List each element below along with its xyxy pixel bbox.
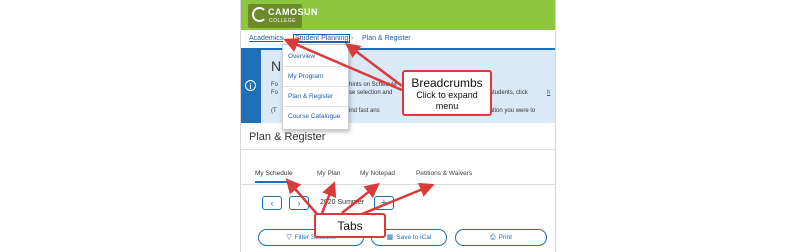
previous-term-button[interactable]: ‹ [262,196,282,210]
callout-subtitle: Click to expand menu [416,90,478,111]
menu-item-course-catalogue[interactable]: Course Catalogue [288,113,340,120]
add-term-button[interactable]: + [374,196,394,210]
breadcrumb-plan-register[interactable]: Plan & Register [362,35,411,42]
tabs-callout: Tabs [314,213,386,238]
save-to-ical-label: Save to iCal [396,234,432,241]
divider [283,106,348,107]
notice-sidebar: i [241,50,261,123]
top-bar: CAMOSUN COLLEGE [241,0,555,30]
notice-text: se selection and [349,90,393,96]
menu-item-overview[interactable]: Overview [288,53,315,60]
logo-name: CAMOSUN [268,7,318,17]
tab-petitions-waivers[interactable]: Petitions & Waivers [416,170,472,177]
divider [241,149,555,150]
notice-text: hints on Schedule [349,82,397,88]
divider [283,86,348,87]
notice-title: N [271,58,282,74]
breadcrumbs-callout: Breadcrumbs Click to expand menu [402,70,492,116]
callout-title: Tabs [337,219,363,233]
notice-link[interactable]: h [547,90,550,96]
printer-icon: ⎙ [490,234,496,241]
page-title: Plan & Register [249,131,326,143]
filter-icon: ▽ [286,234,292,241]
breadcrumb-academics[interactable]: Academics [249,35,283,42]
divider [283,66,348,67]
breadcrumb-student-planning[interactable]: Student Planning [292,34,351,43]
breadcrumb-separator: › [282,35,285,42]
breadcrumb-dropdown-menu: Overview My Program Plan & Register Cour… [282,44,349,130]
logo-mark-icon [252,7,267,22]
next-term-button[interactable]: › [289,196,309,210]
print-label: Print [498,234,512,241]
notice-text: Fo [271,90,279,96]
callout-title: Breadcrumbs [411,76,483,90]
tab-my-schedule[interactable]: My Schedule [255,170,293,183]
divider [241,184,555,185]
menu-item-my-program[interactable]: My Program [288,73,323,80]
tab-my-notepad[interactable]: My Notepad [360,170,395,177]
tab-my-plan[interactable]: My Plan [317,170,340,177]
camosun-logo[interactable]: CAMOSUN COLLEGE [248,4,318,28]
notice-text: Fo [271,82,279,88]
notice-text: (T [271,108,277,114]
term-label: 2020 Summer [320,199,364,206]
info-icon: i [245,80,256,91]
calendar-icon: ▦ [386,234,394,241]
menu-item-plan-register[interactable]: Plan & Register [288,93,333,100]
breadcrumb-separator: › [351,35,354,42]
logo-subtitle: COLLEGE [269,18,297,24]
print-button[interactable]: ⎙ Print [455,229,547,246]
